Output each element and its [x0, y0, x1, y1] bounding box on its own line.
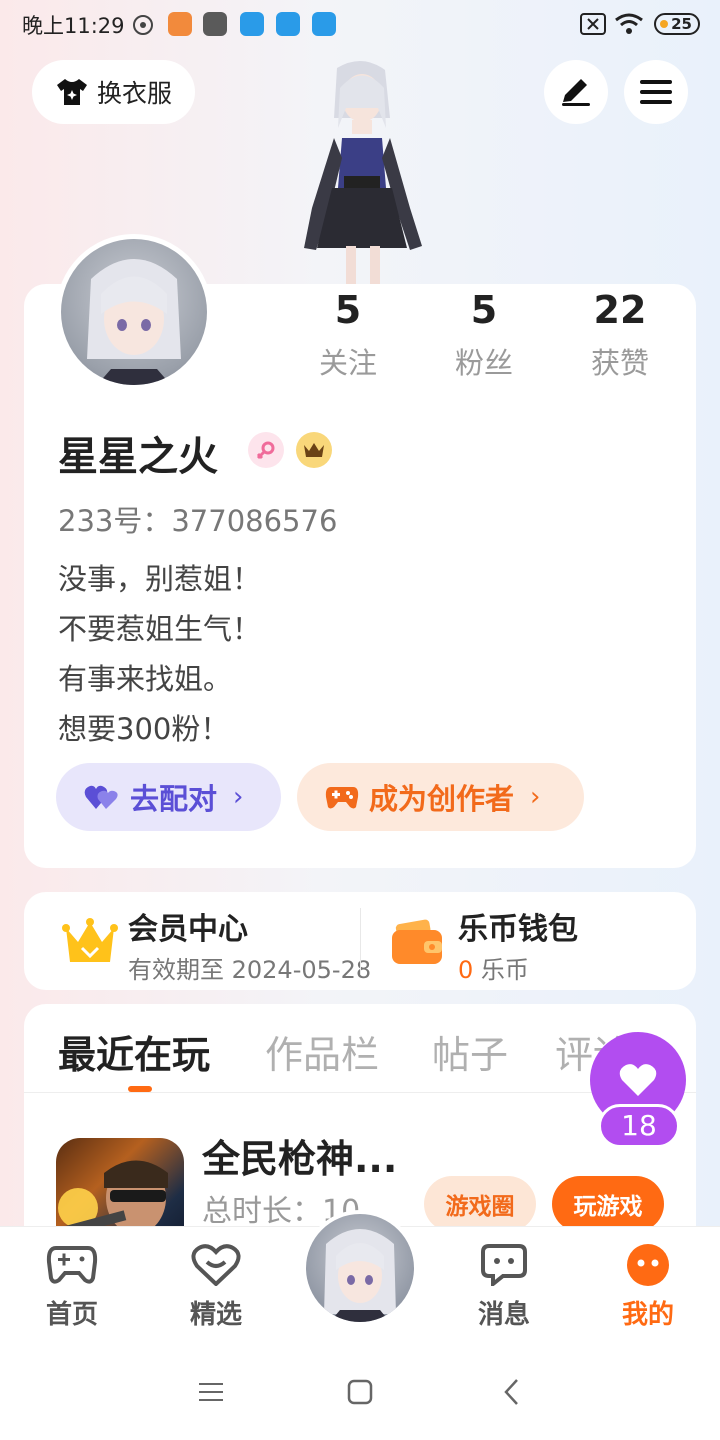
wallet-amount: 0	[458, 956, 474, 984]
status-bar: 晚上11:29 25	[0, 0, 720, 50]
bio-line: 不要惹姐生气！	[58, 612, 262, 646]
wifi-icon	[615, 13, 643, 34]
menu-button[interactable]	[624, 60, 688, 124]
game-circle-button[interactable]: 游戏圈	[424, 1176, 536, 1232]
likes-label: 获赞	[590, 346, 649, 380]
status-time: 晚上11:29	[22, 14, 125, 38]
avatar-face	[324, 1229, 396, 1322]
battery-icon: 25	[654, 13, 700, 35]
pencil-icon	[562, 79, 590, 106]
heart-chat-icon	[191, 1244, 241, 1287]
app-notification-icon	[203, 12, 227, 36]
nav-featured[interactable]: 精选	[166, 1244, 266, 1331]
tshirt-icon	[56, 79, 87, 105]
home-square-icon[interactable]	[347, 1379, 373, 1405]
stat-following[interactable]: 5 关注	[283, 288, 413, 382]
hamburger-icon	[640, 80, 672, 104]
recent-apps-icon[interactable]	[198, 1380, 224, 1404]
match-button[interactable]: 去配对 ›	[56, 763, 281, 831]
heart-icon	[619, 1064, 657, 1096]
wallet-unit: 乐币	[473, 956, 529, 984]
female-gender-badge	[248, 432, 284, 468]
female-icon	[256, 441, 275, 460]
divider	[360, 908, 361, 974]
chevron-right-icon: ›	[530, 782, 541, 812]
nav-profile[interactable]: 我的	[598, 1244, 698, 1331]
double-heart-icon	[84, 785, 118, 809]
avatar-character-figure	[304, 60, 422, 286]
chevron-right-icon: ›	[233, 782, 244, 812]
globe-notification-icon	[312, 12, 336, 36]
app-notification-icon	[168, 12, 192, 36]
nav-avatar-button[interactable]	[302, 1210, 418, 1326]
back-icon[interactable]	[502, 1378, 520, 1406]
tab-works[interactable]: 作品栏	[265, 1024, 379, 1079]
play-game-button[interactable]: 玩游戏	[552, 1176, 664, 1232]
bio-line: 没事，别惹姐！	[58, 562, 262, 596]
avatar[interactable]	[56, 234, 212, 390]
like-count-badge: 18	[598, 1104, 680, 1148]
bio-line: 想要300粉！	[58, 712, 230, 746]
creator-label: 成为创作者	[369, 782, 515, 816]
tab-posts[interactable]: 帖子	[432, 1024, 508, 1079]
wallet-balance: 0 乐币	[458, 950, 529, 985]
gold-crown-icon	[62, 918, 118, 962]
tab-recently-played[interactable]: 最近在玩	[58, 1024, 210, 1079]
wallet-title: 乐币钱包	[458, 912, 578, 947]
followers-label: 粉丝	[454, 346, 513, 380]
member-center-title: 会员中心	[128, 912, 248, 947]
match-label: 去配对	[130, 782, 218, 816]
vip-crown-badge[interactable]	[296, 432, 332, 468]
username: 星星之火	[58, 434, 218, 480]
crown-icon	[304, 443, 324, 457]
become-creator-button[interactable]: 成为创作者 ›	[297, 763, 584, 831]
no-sim-icon	[580, 13, 606, 35]
profile-face-icon	[627, 1244, 669, 1286]
bio-line: 有事来找姐。	[58, 662, 233, 696]
globe-notification-icon	[240, 12, 264, 36]
user-id: 233号：377086576	[58, 504, 338, 538]
gamepad-icon	[325, 787, 359, 809]
game-title[interactable]: 全民枪神...	[202, 1128, 397, 1183]
following-label: 关注	[318, 346, 377, 380]
wallet-entry[interactable]: 乐币钱包 0 乐币	[392, 904, 682, 984]
stat-followers[interactable]: 5 粉丝	[419, 288, 549, 382]
vinyl-icon	[133, 15, 153, 35]
member-expiry: 有效期至 2024-05-28	[128, 956, 372, 984]
change-outfit-button[interactable]: 换衣服	[32, 60, 195, 124]
edit-button[interactable]	[544, 60, 608, 124]
nav-home[interactable]: 首页	[22, 1244, 122, 1331]
followers-count: 5	[470, 288, 498, 332]
nav-messages-label: 消息	[477, 1300, 530, 1330]
avatar-face	[87, 259, 181, 385]
stat-likes[interactable]: 22 获赞	[555, 288, 685, 382]
gamepad-icon	[46, 1246, 98, 1284]
nav-messages[interactable]: 消息	[454, 1244, 554, 1331]
nav-featured-label: 精选	[189, 1300, 242, 1330]
globe-notification-icon	[276, 12, 300, 36]
member-center-entry[interactable]: 会员中心 有效期至 2024-05-28	[60, 904, 371, 984]
wallet-icon	[392, 919, 442, 964]
following-count: 5	[334, 288, 362, 332]
nav-profile-label: 我的	[621, 1300, 674, 1330]
chat-bubble-icon	[481, 1244, 527, 1289]
likes-count: 22	[593, 288, 647, 332]
nav-home-label: 首页	[45, 1300, 98, 1330]
change-outfit-label: 换衣服	[96, 79, 172, 108]
